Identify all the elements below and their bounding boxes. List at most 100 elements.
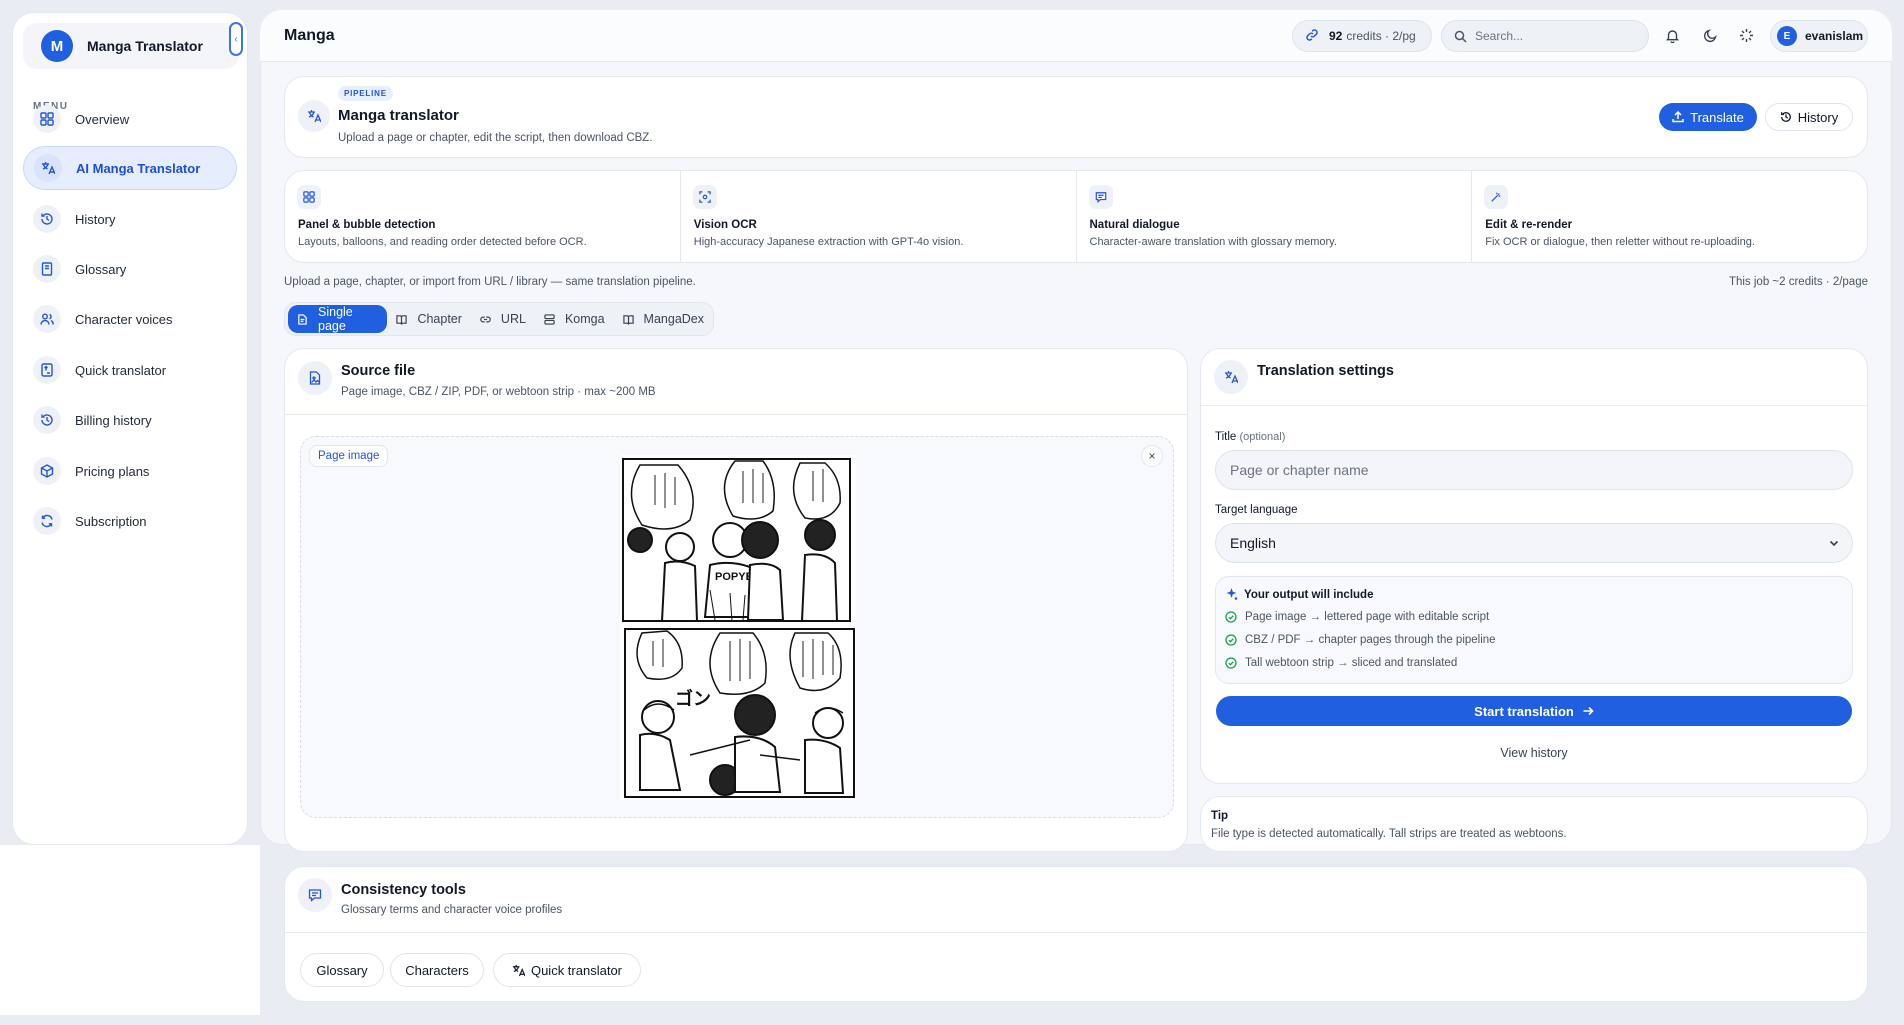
start-translation-button[interactable]: Start translation <box>1216 696 1852 726</box>
feature-edit-rerender: Edit & re-render Fix OCR or dialogue, th… <box>1472 171 1867 262</box>
output-title-text: Your output will include <box>1244 588 1374 601</box>
sidebar-item-label: Glossary <box>75 261 127 277</box>
bell-icon[interactable] <box>1661 24 1683 46</box>
wand-icon <box>1484 185 1509 209</box>
tab-komga[interactable]: Komga <box>535 305 614 333</box>
blank-area <box>0 845 260 1015</box>
chat-icon <box>298 878 332 912</box>
chip-label: Characters <box>405 962 469 978</box>
sidebar-item-label: Subscription <box>75 513 147 529</box>
tip-text: File type is detected automatically. Tal… <box>1211 828 1567 840</box>
check-circle-icon <box>1225 634 1245 646</box>
settings-title: Translation settings <box>1257 363 1394 379</box>
quick-translator-chip[interactable]: Quick translator <box>493 953 641 987</box>
sidebar-item-label: Overview <box>75 111 130 127</box>
page-title: Manga <box>284 27 335 44</box>
search-icon <box>1454 30 1467 43</box>
sidebar-item-ai-manga-translator[interactable]: AI Manga Translator <box>23 146 237 190</box>
start-translation-label: Start translation <box>1474 703 1574 719</box>
sidebar-item-glossary[interactable]: Glossary <box>23 247 237 291</box>
output-item: CBZ / PDF → chapter pages through the pi… <box>1225 634 1496 646</box>
history-icon <box>33 205 61 233</box>
sidebar-item-label: Billing history <box>75 412 152 428</box>
brand-name: Manga Translator <box>87 38 203 54</box>
arrow-right-icon <box>1582 705 1594 717</box>
glossary-chip[interactable]: Glossary <box>300 953 384 987</box>
target-language-label: Target language <box>1215 504 1298 516</box>
page-image-label: Page image <box>309 445 389 467</box>
credits-pill[interactable]: 92 credits · 2/pg <box>1292 20 1432 52</box>
book-open-icon <box>396 314 412 325</box>
tab-label: Komga <box>564 312 605 326</box>
chip-label: Quick translator <box>530 962 623 978</box>
translate-icon <box>512 964 531 977</box>
translate-button[interactable]: Translate <box>1659 103 1757 131</box>
target-language-value: English <box>1230 535 1276 551</box>
tab-label: Single page <box>318 305 353 333</box>
sidebar-item-quick-translator[interactable]: Quick translator <box>23 348 237 392</box>
chat-icon <box>1088 185 1113 209</box>
title-optional: (optional) <box>1239 431 1286 443</box>
output-title: Your output will include <box>1225 588 1373 601</box>
target-language-select[interactable]: English <box>1215 523 1853 563</box>
header-title: Manga translator <box>338 107 459 124</box>
users-icon <box>33 305 61 333</box>
user-menu[interactable]: E evanislam <box>1770 20 1868 52</box>
sidebar-item-character-voices[interactable]: Character voices <box>23 297 237 341</box>
chevron-down-icon <box>1828 537 1840 549</box>
tab-label: MangaDex <box>643 312 704 326</box>
title-placeholder: Page or chapter name <box>1230 462 1369 478</box>
output-item: Page image → lettered page with editable… <box>1225 611 1489 623</box>
feature-title: Panel & bubble detection <box>298 219 436 231</box>
username: evanislam <box>1805 29 1864 43</box>
search-input[interactable]: Search... <box>1441 20 1649 52</box>
translate-icon <box>298 100 330 132</box>
remove-file-button[interactable]: × <box>1141 445 1163 467</box>
collapse-sidebar-button[interactable]: ‹ <box>229 22 243 56</box>
tab-url[interactable]: URL <box>471 305 535 333</box>
tab-chapter[interactable]: Chapter <box>387 305 470 333</box>
file-image-icon <box>298 361 332 395</box>
manga-page-preview: POPYE ゴン <box>620 455 856 800</box>
history-icon <box>33 406 61 434</box>
tab-single-page[interactable]: Single page <box>288 305 388 333</box>
output-item: Tall webtoon strip → sliced and translat… <box>1225 657 1457 669</box>
sidebar-item-overview[interactable]: Overview <box>23 97 237 141</box>
view-history-link[interactable]: View history <box>1200 746 1868 760</box>
check-circle-icon <box>1225 657 1245 669</box>
svg-text:POPYE: POPYE <box>715 571 753 583</box>
history-button[interactable]: History <box>1765 103 1853 131</box>
feature-strip: Panel & bubble detection Layouts, balloo… <box>284 170 1868 263</box>
feature-title: Natural dialogue <box>1089 219 1180 231</box>
book-icon <box>33 255 61 283</box>
sidebar-item-history[interactable]: History <box>23 197 237 241</box>
feature-panel-detection: Panel & bubble detection Layouts, balloo… <box>285 171 681 262</box>
brand-logo: M <box>41 30 73 62</box>
consistency-title: Consistency tools <box>341 882 466 898</box>
sidebar-item-pricing-plans[interactable]: Pricing plans <box>23 449 237 493</box>
avatar: E <box>1777 26 1797 46</box>
feature-title: Edit & re-render <box>1485 219 1573 231</box>
history-button-label: History <box>1797 109 1839 125</box>
feature-title: Vision OCR <box>693 219 757 231</box>
tab-mangadex[interactable]: MangaDex <box>614 305 713 333</box>
output-item-text: CBZ / PDF → chapter pages through the pi… <box>1245 634 1496 646</box>
moon-icon[interactable] <box>1699 24 1721 46</box>
history-icon <box>1780 111 1792 123</box>
header-card <box>284 76 1868 158</box>
title-input[interactable]: Page or chapter name <box>1215 450 1853 490</box>
sidebar: M Manga Translator MENU Overview AI Mang… <box>12 12 248 845</box>
source-title: Source file <box>341 363 416 379</box>
settings-sparkle-icon[interactable] <box>1735 24 1757 46</box>
divider <box>284 414 1188 415</box>
tip-card <box>1200 796 1868 852</box>
sidebar-item-subscription[interactable]: Subscription <box>23 499 237 543</box>
brand[interactable]: M Manga Translator <box>23 23 239 69</box>
tip-title: Tip <box>1211 810 1229 822</box>
refresh-icon <box>33 507 61 535</box>
characters-chip[interactable]: Characters <box>390 953 484 987</box>
translate-button-label: Translate <box>1690 109 1744 125</box>
source-tabs: Single page Chapter URL Komga MangaDex <box>284 302 714 336</box>
quick-translate-icon <box>33 356 61 384</box>
sidebar-item-billing-history[interactable]: Billing history <box>23 398 237 442</box>
